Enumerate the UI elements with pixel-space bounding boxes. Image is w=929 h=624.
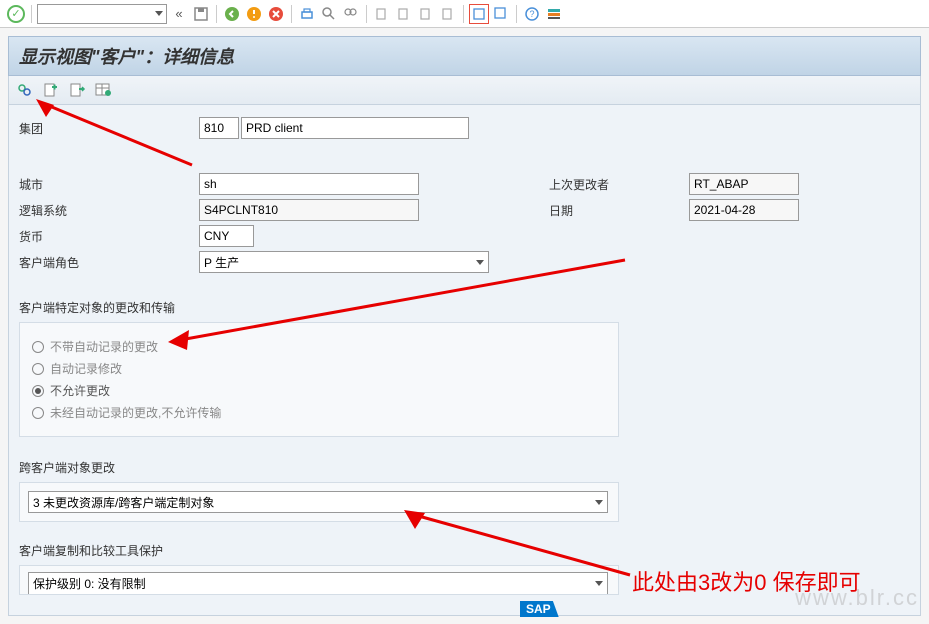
exit-icon[interactable] (244, 4, 264, 24)
cross-client-select[interactable]: 3 未更改资源库/跨客户端定制对象 (28, 491, 608, 513)
table-view-icon[interactable] (93, 80, 113, 100)
generate-shortcut-icon[interactable] (491, 4, 511, 24)
separator (216, 5, 217, 23)
find-next-icon[interactable] (341, 4, 361, 24)
dropdown-arrow-icon (595, 500, 603, 505)
radio-icon (32, 341, 44, 353)
protection-value: 保护级别 0: 没有限制 (33, 575, 146, 592)
client-row: 集团 810 PRD client (19, 117, 910, 139)
city-label: 城市 (19, 176, 199, 193)
print-icon[interactable] (297, 4, 317, 24)
dropdown-arrow-icon (476, 260, 484, 265)
radio-label: 不带自动记录的更改 (50, 338, 158, 355)
back-icon[interactable] (222, 4, 242, 24)
cross-client-group: 跨客户端对象更改 3 未更改资源库/跨客户端定制对象 (19, 459, 910, 522)
main-area: 显示视图"客户"：详细信息 集团 810 PRD client 城市 sh 逻辑… (0, 28, 929, 624)
radio-label: 不允许更改 (50, 382, 110, 399)
logical-system-label: 逻辑系统 (19, 202, 199, 219)
next-page-icon[interactable] (416, 4, 436, 24)
separator (463, 5, 464, 23)
separator (291, 5, 292, 23)
sub-toolbar (8, 76, 921, 105)
last-page-icon[interactable] (438, 4, 458, 24)
chevron-left-icon[interactable]: « (169, 4, 189, 24)
layout-icon[interactable] (544, 4, 564, 24)
radio-no-auto-record[interactable]: 不带自动记录的更改 (32, 338, 606, 355)
changes-transport-title: 客户端特定对象的更改和传输 (19, 299, 910, 316)
first-page-icon[interactable] (372, 4, 392, 24)
dropdown-arrow-icon (595, 581, 603, 586)
toggle-view-icon[interactable] (15, 80, 35, 100)
radio-icon (32, 363, 44, 375)
ok-icon[interactable]: ✓ (6, 4, 26, 24)
separator (516, 5, 517, 23)
logical-system-field[interactable]: S4PCLNT810 (199, 199, 419, 221)
radio-label: 自动记录修改 (50, 360, 122, 377)
new-session-icon[interactable] (469, 4, 489, 24)
date-field: 2021-04-28 (689, 199, 799, 221)
find-icon[interactable] (319, 4, 339, 24)
city-field[interactable]: sh (199, 173, 419, 195)
watermark: www.blr.cc (795, 585, 919, 611)
prev-page-icon[interactable] (394, 4, 414, 24)
radio-icon (32, 385, 44, 397)
help-icon[interactable]: ? (522, 4, 542, 24)
client-label: 集团 (19, 120, 199, 137)
sap-logo: SAP (520, 601, 559, 617)
client-desc-field[interactable]: PRD client (241, 117, 469, 139)
date-label: 日期 (549, 202, 689, 219)
last-changed-by-field: RT_ABAP (689, 173, 799, 195)
radio-auto-record[interactable]: 自动记录修改 (32, 360, 606, 377)
client-code-field[interactable]: 810 (199, 117, 239, 139)
command-dropdown[interactable] (37, 4, 167, 24)
separator (366, 5, 367, 23)
cancel-icon[interactable] (266, 4, 286, 24)
save-icon[interactable] (191, 4, 211, 24)
currency-label: 货币 (19, 228, 199, 245)
role-label: 客户端角色 (19, 254, 199, 271)
copy-icon[interactable] (67, 80, 87, 100)
protection-select[interactable]: 保护级别 0: 没有限制 (28, 572, 608, 594)
radio-no-changes[interactable]: 不允许更改 (32, 382, 606, 399)
currency-field[interactable]: CNY (199, 225, 254, 247)
copy-compare-title: 客户端复制和比较工具保护 (19, 542, 910, 559)
last-changed-by-label: 上次更改者 (549, 176, 689, 193)
cross-client-title: 跨客户端对象更改 (19, 459, 910, 476)
role-value: P 生产 (204, 254, 239, 271)
page-title: 显示视图"客户"：详细信息 (8, 36, 921, 76)
cross-client-value: 3 未更改资源库/跨客户端定制对象 (33, 494, 214, 511)
radio-label: 未经自动记录的更改,不允许传输 (50, 404, 221, 421)
separator (31, 5, 32, 23)
role-select[interactable]: P 生产 (199, 251, 489, 273)
new-entries-icon[interactable] (41, 80, 61, 100)
radio-no-record-no-transport[interactable]: 未经自动记录的更改,不允许传输 (32, 404, 606, 421)
radio-icon (32, 407, 44, 419)
changes-transport-group: 客户端特定对象的更改和传输 不带自动记录的更改 自动记录修改 不允许更改 未经自… (19, 299, 910, 437)
svg-text:?: ? (529, 9, 534, 19)
content-area: 集团 810 PRD client 城市 sh 逻辑系统 S4PCLNT810 … (8, 105, 921, 616)
dropdown-arrow-icon (155, 11, 163, 16)
top-toolbar: ✓ « ? (0, 0, 929, 28)
